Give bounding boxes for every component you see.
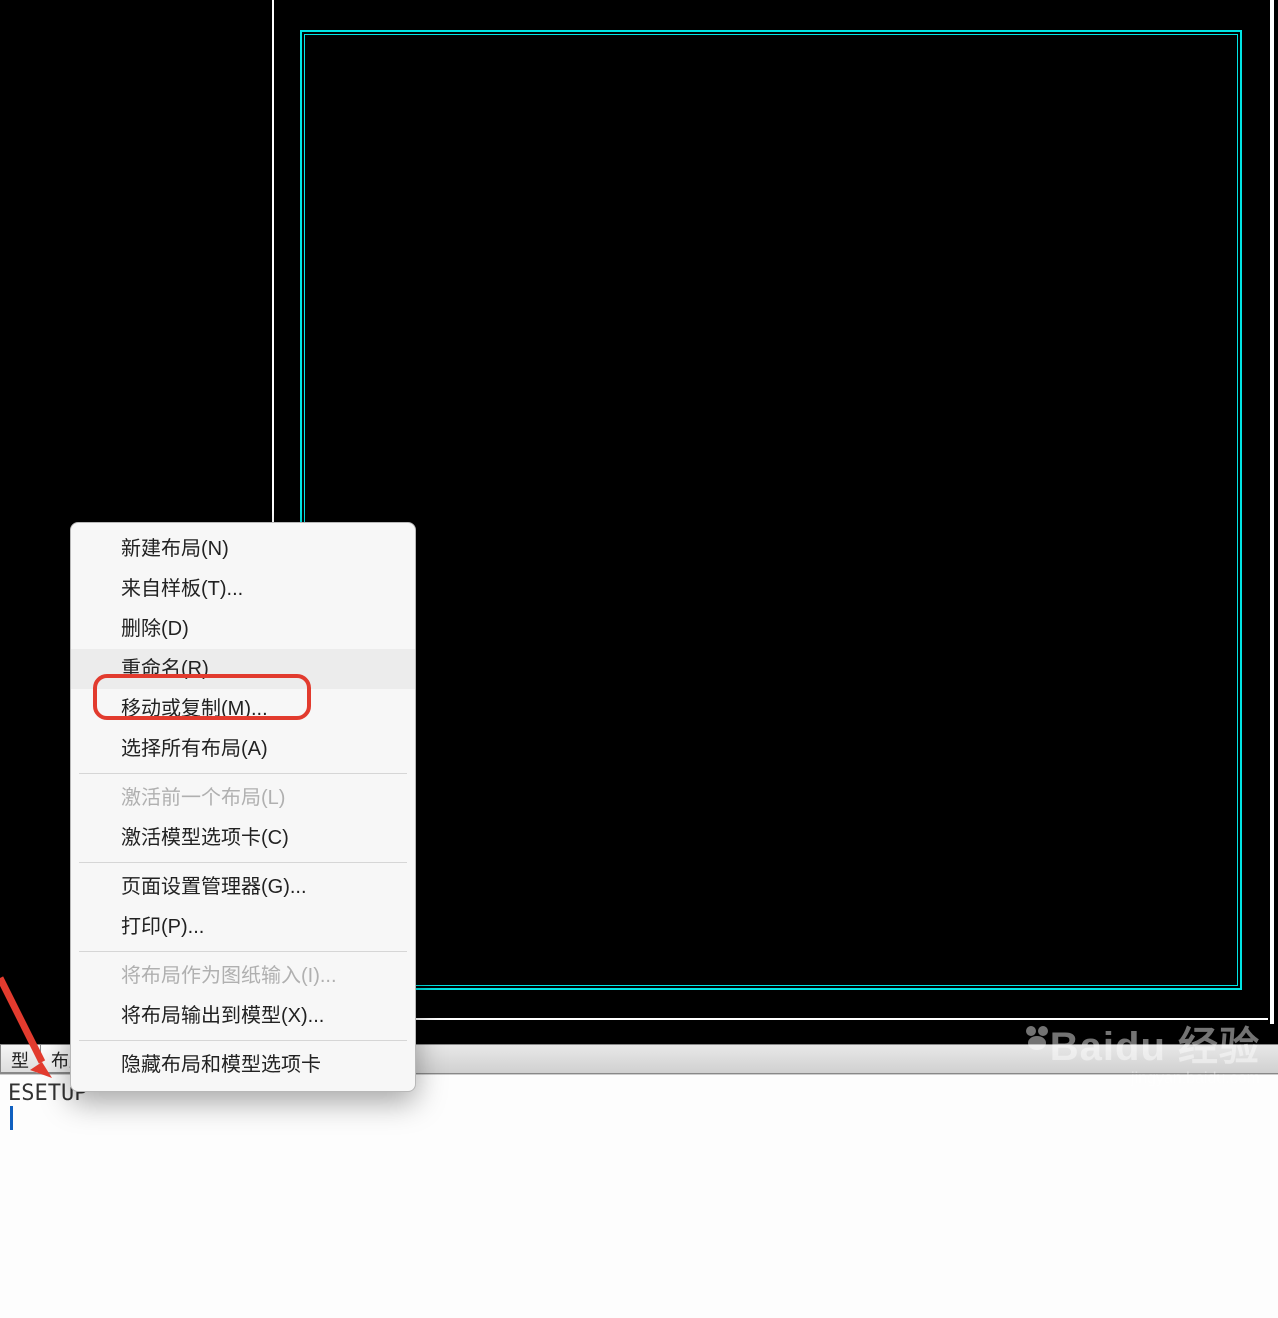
watermark: Baidu 经验 jingyan.baidu.com xyxy=(1000,1014,1260,1088)
menu-export-layout-to-model[interactable]: 将布局输出到模型(X)... xyxy=(71,996,415,1036)
command-line[interactable]: ESETUP xyxy=(0,1074,1278,1318)
menu-separator xyxy=(79,1040,407,1041)
menu-delete[interactable]: 删除(D) xyxy=(71,609,415,649)
menu-separator xyxy=(79,951,407,952)
menu-import-layout-as-sheet: 将布局作为图纸输入(I)... xyxy=(71,956,415,996)
menu-activate-model-tab[interactable]: 激活模型选项卡(C) xyxy=(71,818,415,858)
paw-icon xyxy=(1022,1026,1052,1052)
paper-outline-inner2 xyxy=(304,34,1238,986)
menu-separator xyxy=(79,862,407,863)
layout-context-menu: 新建布局(N)来自样板(T)...删除(D)重命名(R)移动或复制(M)...选… xyxy=(70,522,416,1092)
menu-from-template[interactable]: 来自样板(T)... xyxy=(71,569,415,609)
menu-hide-layout-model-tabs[interactable]: 隐藏布局和模型选项卡 xyxy=(71,1045,415,1085)
tab-model[interactable]: 型 xyxy=(0,1045,44,1073)
watermark-sub: jingyan.baidu.com xyxy=(1000,1070,1260,1088)
menu-plot[interactable]: 打印(P)... xyxy=(71,907,415,947)
command-cursor xyxy=(10,1106,13,1130)
menu-separator xyxy=(79,773,407,774)
menu-activate-previous-layout: 激活前一个布局(L) xyxy=(71,778,415,818)
menu-page-setup-manager[interactable]: 页面设置管理器(G)... xyxy=(71,867,415,907)
menu-new-layout[interactable]: 新建布局(N) xyxy=(71,529,415,569)
menu-rename[interactable]: 重命名(R) xyxy=(71,649,415,689)
menu-select-all-layouts[interactable]: 选择所有布局(A) xyxy=(71,729,415,769)
watermark-brand: Baidu 经验 xyxy=(1050,1025,1260,1069)
menu-move-or-copy[interactable]: 移动或复制(M)... xyxy=(71,689,415,729)
